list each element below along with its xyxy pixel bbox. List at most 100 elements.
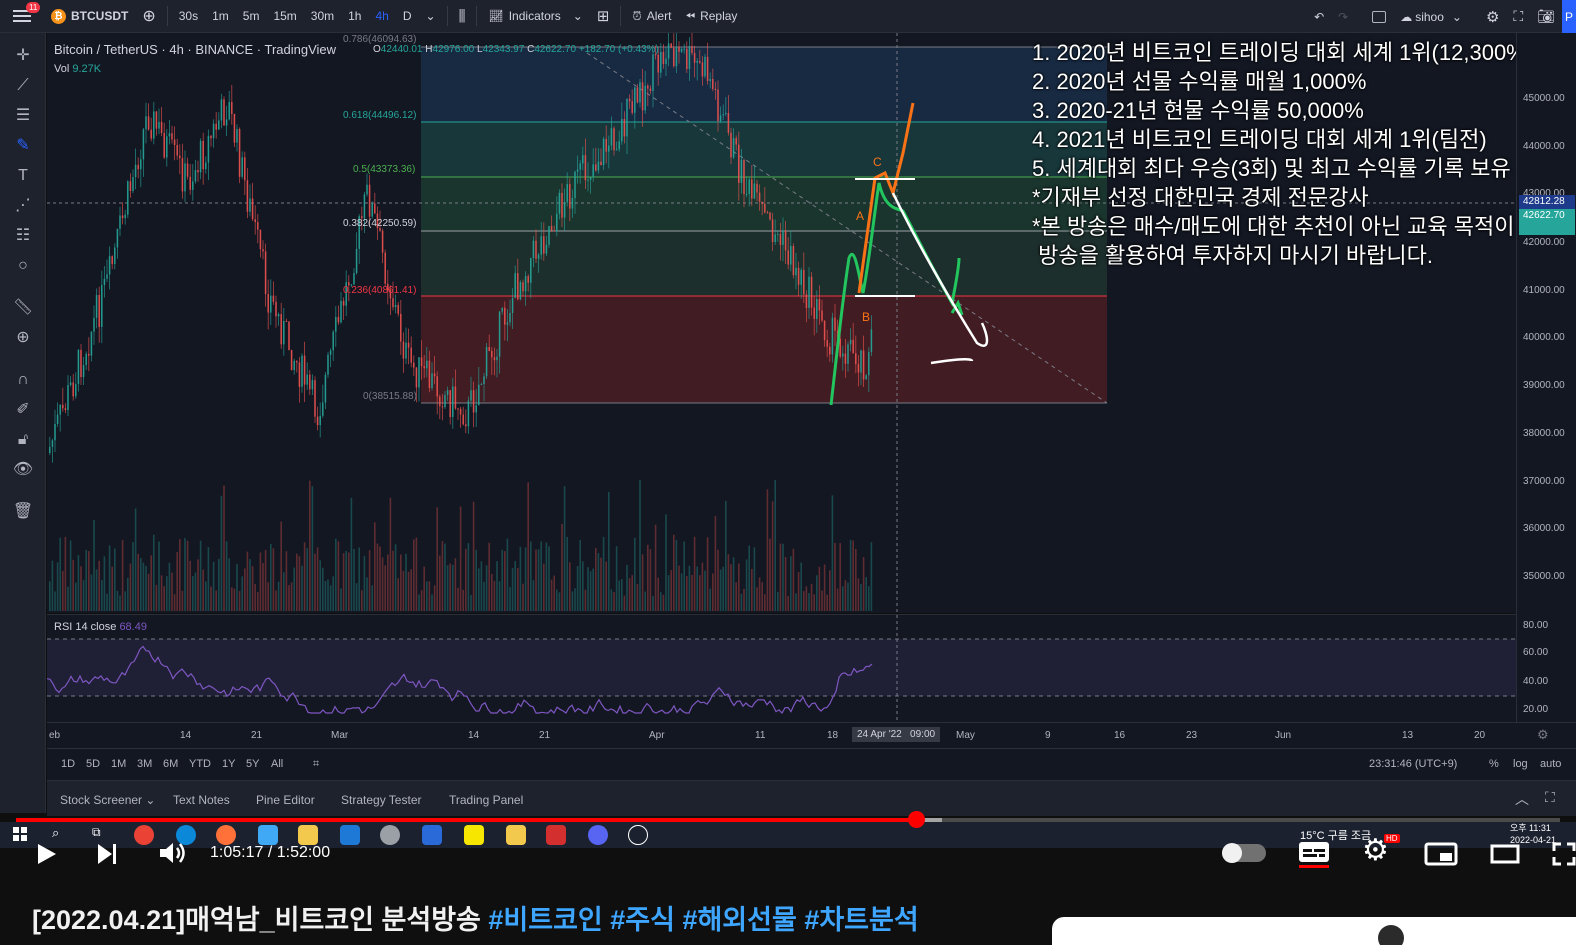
layout-select-button[interactable]	[1365, 0, 1393, 33]
range-all[interactable]: All	[271, 758, 283, 770]
candle-body	[491, 350, 493, 358]
crosshair-icon[interactable]: ✛	[12, 45, 34, 67]
range-5d[interactable]: 5D	[86, 758, 100, 770]
theater-mode-icon[interactable]	[1490, 844, 1520, 864]
settings-button[interactable]: ⚙︎	[1479, 0, 1506, 33]
interval-30s[interactable]: 30s	[172, 0, 205, 33]
next-icon[interactable]	[96, 842, 120, 866]
range-6m[interactable]: 6M	[163, 758, 178, 770]
ruler-icon[interactable]: 📏︎	[12, 297, 34, 319]
chart-type-button[interactable]: ⫼	[452, 0, 473, 33]
video-progress-bar[interactable]	[16, 818, 1560, 822]
alert-button[interactable]: ⏰︎ Alert	[625, 0, 678, 33]
range-1m[interactable]: 1M	[111, 758, 126, 770]
time-axis[interactable]: eb 14 21 Mar 14 21 Apr 11 18 May 9 16 23…	[47, 722, 1576, 748]
gear-icon[interactable]: ⚙︎	[1537, 727, 1549, 743]
prediction-tool-icon[interactable]: ☷	[12, 225, 34, 247]
log-scale-toggle[interactable]: log	[1513, 758, 1528, 770]
user-label: sihoo	[1415, 9, 1444, 24]
maximize-panel-icon[interactable]: ⛶	[1545, 789, 1555, 806]
snapshot-button[interactable]: 📷︎	[1530, 0, 1562, 33]
range-1y[interactable]: 1Y	[222, 758, 235, 770]
rsi-pane[interactable]: RSI 14 close 68.49	[46, 614, 1516, 723]
volume-bar	[132, 542, 134, 611]
percent-scale-toggle[interactable]: %	[1489, 758, 1499, 770]
avatar[interactable]	[1378, 925, 1404, 945]
layout-templates-button[interactable]: ⊞	[590, 0, 617, 33]
horizontal-lines-icon[interactable]: ☰	[12, 105, 34, 127]
interval-4h[interactable]: 4h	[368, 0, 395, 33]
autoplay-toggle[interactable]	[1222, 843, 1266, 863]
lock-pencil-icon[interactable]: ✐	[12, 399, 34, 421]
price-axis[interactable]: 45000.00 44000.00 43000.00 42000.00 4100…	[1516, 33, 1576, 723]
menu-button[interactable]: 11	[0, 0, 44, 33]
trend-line-icon[interactable]: ⟋	[12, 75, 34, 97]
replay-button[interactable]: ⏪︎ Replay	[678, 0, 744, 33]
interval-30m[interactable]: 30m	[304, 0, 341, 33]
chart-legend[interactable]: Bitcoin / TetherUS · 4h · BINANCE · Trad…	[54, 42, 336, 57]
candle-body	[444, 394, 446, 408]
auto-scale-toggle[interactable]: auto	[1540, 758, 1561, 770]
circle-icon[interactable]: ○	[12, 255, 34, 277]
interval-5m[interactable]: 5m	[236, 0, 267, 33]
tab-trading-panel[interactable]: Trading Panel	[449, 793, 523, 807]
autoplay-knob	[1222, 843, 1242, 863]
publish-button[interactable]: P	[1562, 0, 1576, 33]
eye-icon[interactable]: 👁︎	[12, 459, 34, 481]
miniplayer-icon[interactable]	[1424, 842, 1458, 866]
goto-date-icon[interactable]: ⌗	[313, 758, 319, 771]
indicators-button[interactable]: 📈︎ Indicators ⌄	[481, 0, 589, 33]
subtitles-icon[interactable]	[1298, 840, 1330, 868]
tab-stock-screener[interactable]: Stock Screener ⌄	[60, 793, 155, 807]
zoom-in-icon[interactable]: ⊕	[12, 327, 34, 349]
candle-body	[272, 295, 275, 302]
volume-bar	[394, 544, 397, 611]
candle-body	[166, 136, 168, 158]
rsi-legend[interactable]: RSI 14 close 68.49	[54, 621, 147, 633]
volume-bar	[153, 534, 155, 611]
redo-button[interactable]: ↷	[1331, 0, 1355, 33]
range-1d[interactable]: 1D	[61, 758, 75, 770]
candle-body	[732, 138, 735, 158]
interval-1m[interactable]: 1m	[205, 0, 236, 33]
video-title-hashtags[interactable]: #비트코인 #주식 #해외선물 #차트분석	[488, 905, 918, 935]
volume-bar	[54, 591, 56, 611]
volume-icon[interactable]	[158, 840, 186, 866]
interval-1h[interactable]: 1h	[341, 0, 368, 33]
range-ytd[interactable]: YTD	[189, 758, 211, 770]
range-5y[interactable]: 5Y	[246, 758, 259, 770]
play-icon[interactable]	[36, 842, 58, 866]
volume-bar	[725, 500, 727, 611]
candle-body	[446, 390, 449, 395]
range-3m[interactable]: 3M	[137, 758, 152, 770]
fullscreen-button[interactable]: ⛶	[1506, 0, 1530, 33]
tab-text-notes[interactable]: Text Notes	[173, 793, 230, 807]
timezone-clock[interactable]: 23:31:46 (UTC+9)	[1369, 758, 1457, 770]
lock-icon[interactable]: 🔓︎	[12, 429, 34, 451]
undo-button[interactable]: ↶	[1307, 0, 1331, 33]
tab-strategy-tester[interactable]: Strategy Tester	[341, 793, 421, 807]
text-tool-icon[interactable]: T	[12, 165, 34, 187]
candle-body	[173, 139, 176, 145]
volume-bar	[673, 534, 675, 611]
volume-bar	[306, 548, 308, 611]
magnet-icon[interactable]: ∩	[12, 369, 34, 391]
interval-1d[interactable]: D	[396, 0, 419, 33]
brush-icon[interactable]: ✎	[12, 135, 34, 157]
progress-scrubber[interactable]	[908, 811, 925, 828]
compare-symbol-button[interactable]: ⊕	[135, 0, 162, 33]
tab-pine-editor[interactable]: Pine Editor	[256, 793, 315, 807]
collapse-panel-icon[interactable]: ︿	[1515, 789, 1529, 809]
symbol-search-button[interactable]: ₿ BTCUSDT	[44, 0, 135, 33]
interval-dropdown[interactable]: ⌄	[419, 0, 443, 33]
volume-bar	[543, 563, 545, 611]
fullscreen-icon[interactable]	[1552, 842, 1576, 866]
trash-icon[interactable]: 🗑︎	[12, 501, 34, 523]
candle-body	[280, 314, 282, 345]
volume-bar	[657, 577, 659, 611]
volume-legend[interactable]: Vol 9.27K	[54, 63, 101, 75]
pattern-tool-icon[interactable]: ⋰	[12, 195, 34, 217]
interval-15m[interactable]: 15m	[266, 0, 303, 33]
cloud-layout-button[interactable]: ☁︎ sihoo ⌄	[1393, 0, 1469, 33]
volume-bar	[584, 589, 587, 611]
